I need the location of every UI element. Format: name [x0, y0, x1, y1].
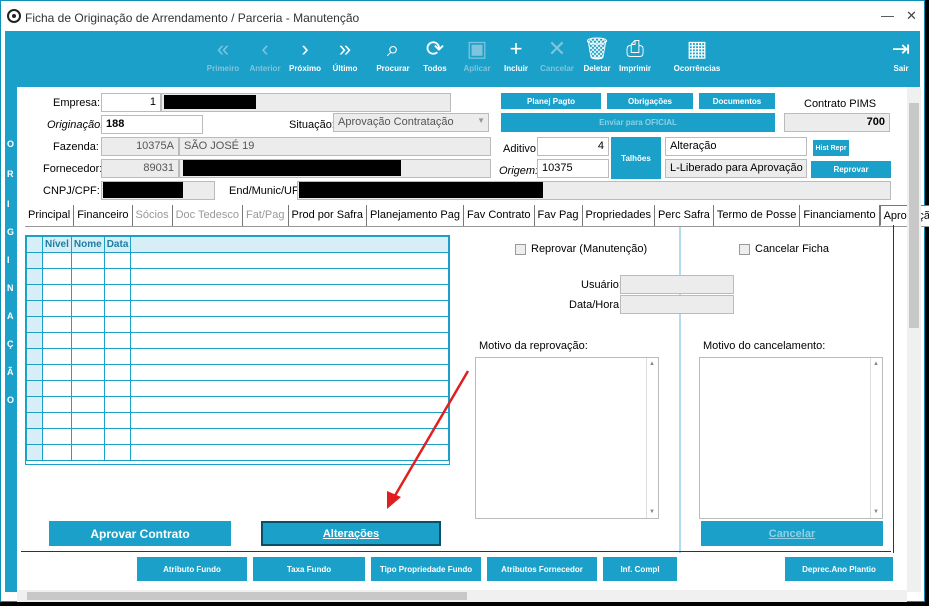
scroll-thumb[interactable]	[909, 103, 919, 328]
annotation-arrow	[387, 370, 470, 509]
scroll-thumb[interactable]	[27, 592, 467, 600]
main-window: Ficha de Originação de Arrendamento / Pa…	[0, 0, 929, 602]
horizontal-scrollbar[interactable]	[17, 590, 907, 602]
vertical-scrollbar[interactable]	[907, 87, 921, 592]
